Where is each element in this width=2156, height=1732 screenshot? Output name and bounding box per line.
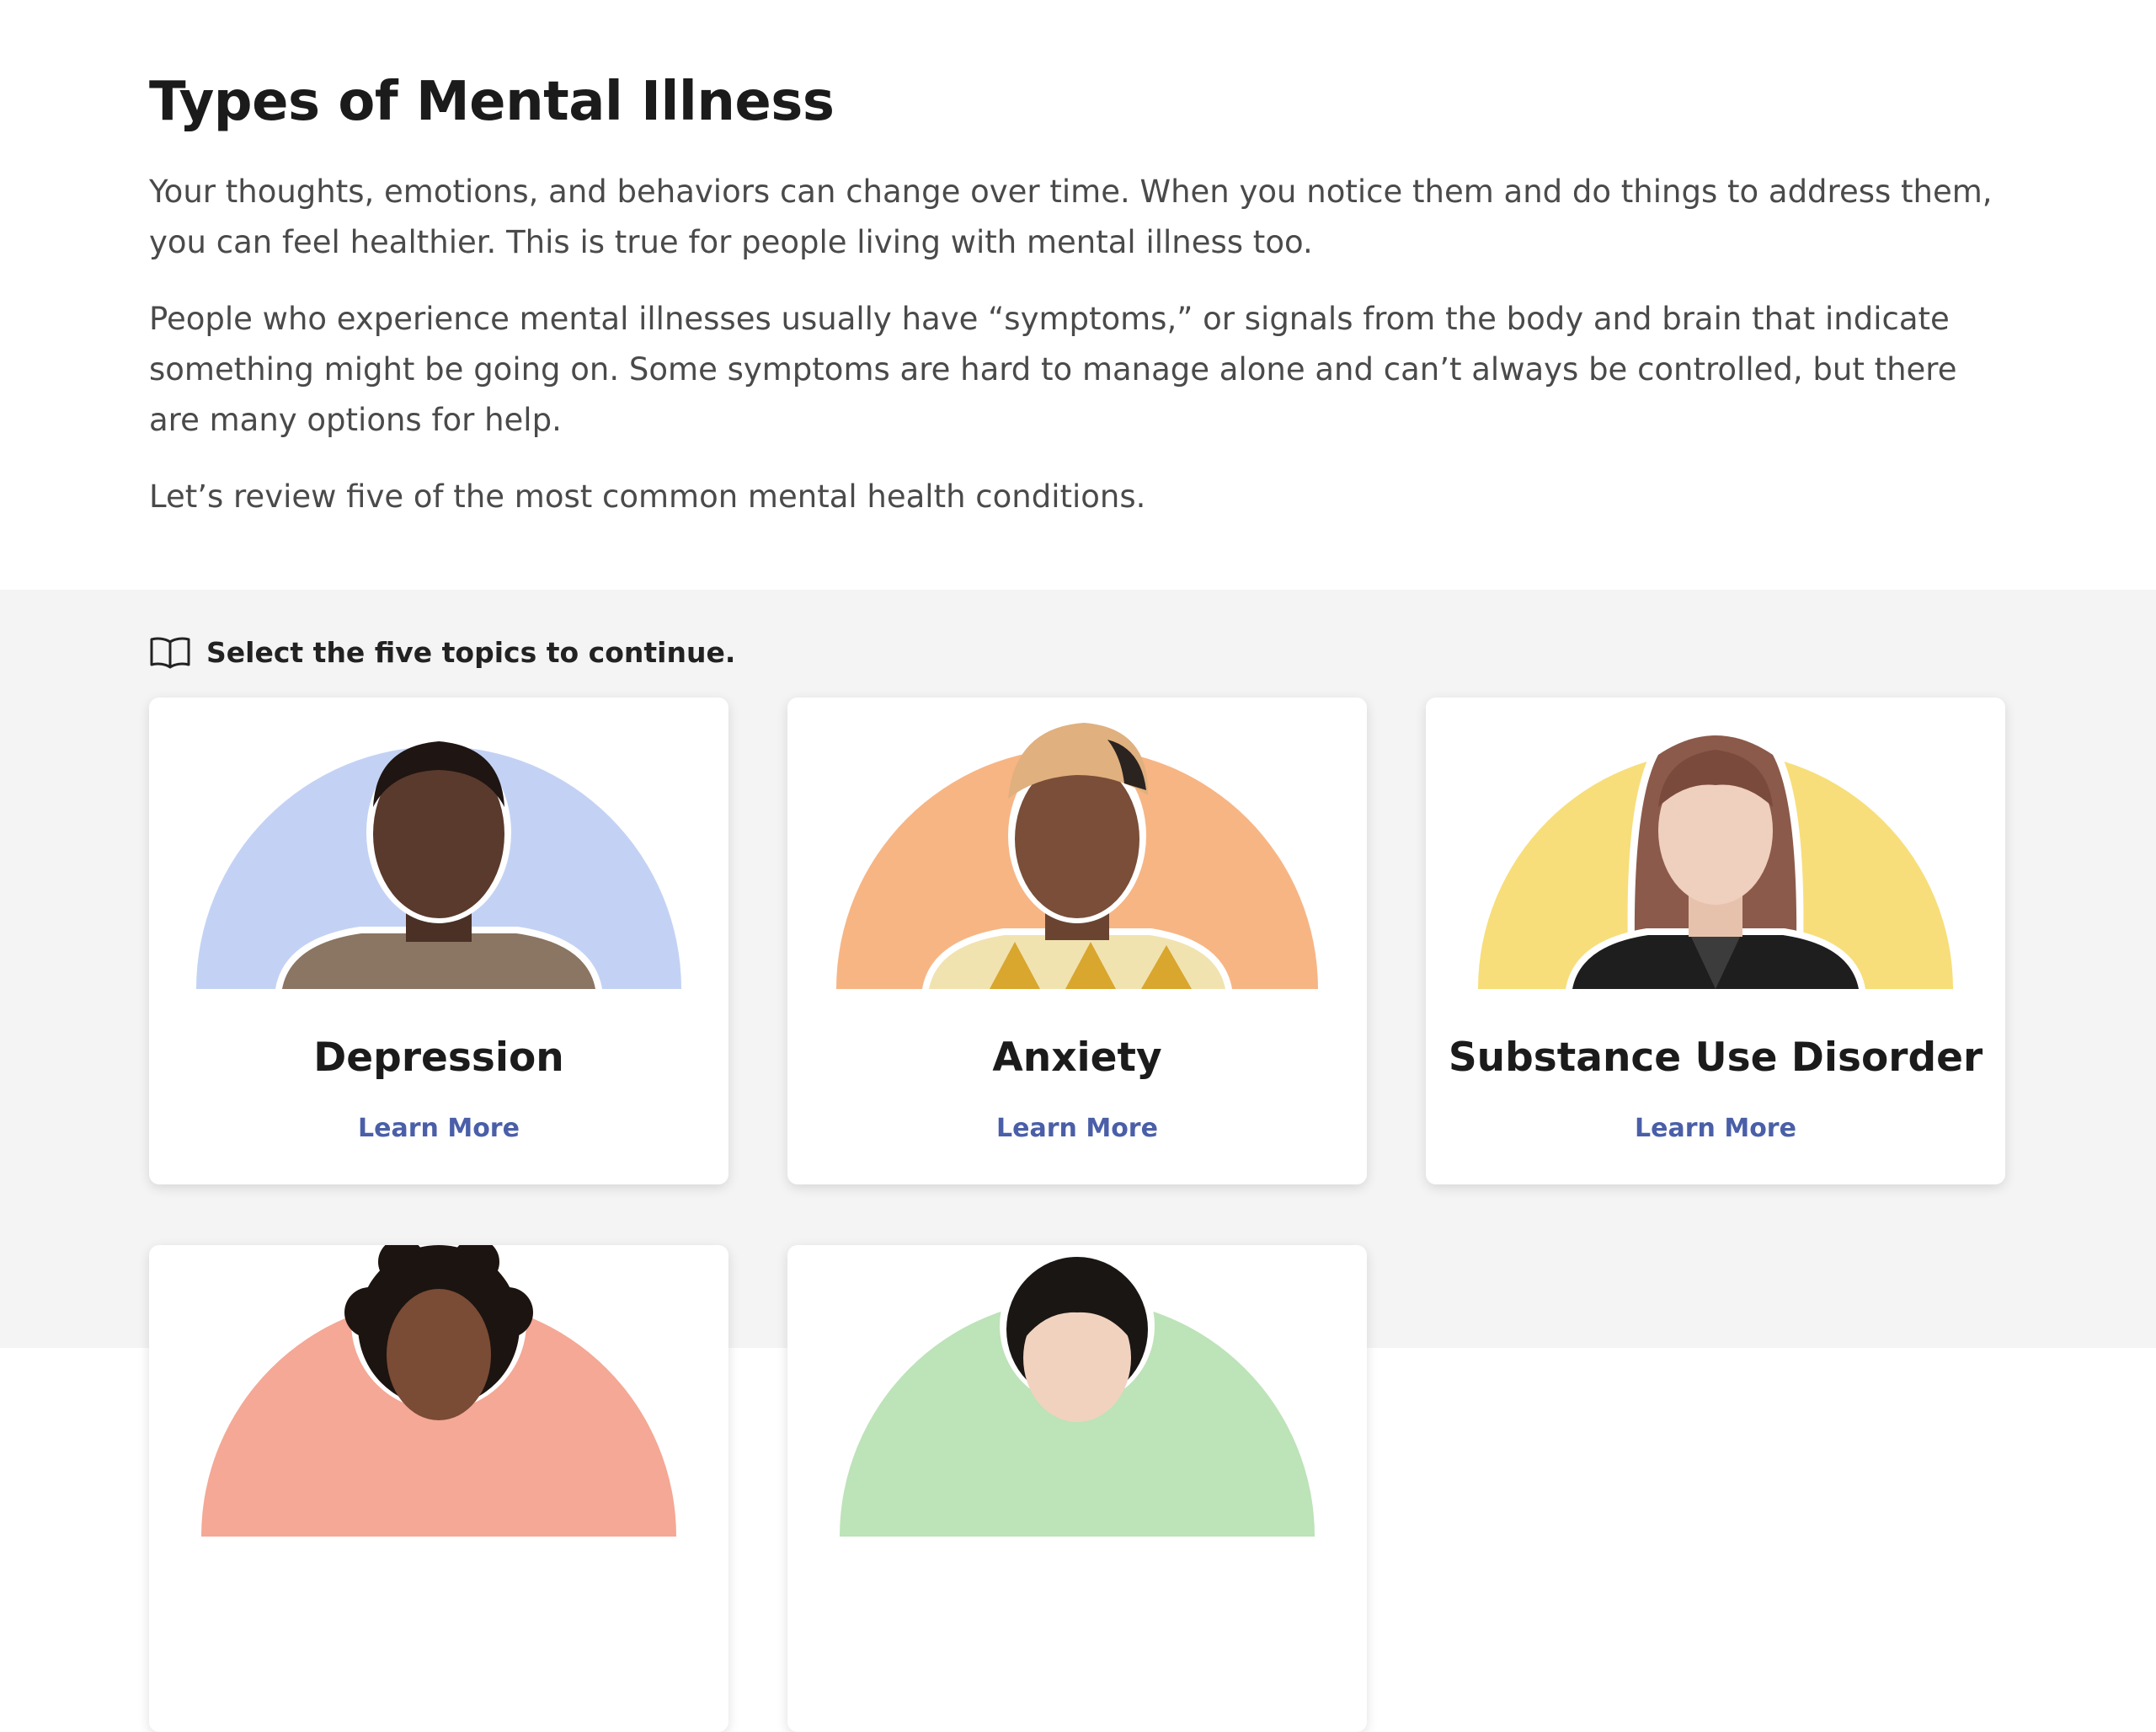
intro-paragraph: Your thoughts, emotions, and behaviors c… — [149, 174, 1993, 260]
intro-section: Types of Mental Illness Your thoughts, e… — [0, 0, 2156, 590]
topics-section: Select the five topics to continue. Depr… — [0, 590, 2156, 1732]
topic-card-anxiety[interactable]: Anxiety Learn More — [787, 698, 1367, 1184]
topic-card-4[interactable] — [149, 1245, 728, 1732]
intro-paragraph: People who experience mental illnesses u… — [149, 301, 1957, 438]
card-title: Anxiety — [992, 1034, 1162, 1081]
intro-paragraph: Let’s review five of the most common men… — [149, 478, 1146, 515]
person-illustration — [1426, 698, 2005, 989]
topic-card-substance-use-disorder[interactable]: Substance Use Disorder Learn More — [1426, 698, 2005, 1184]
card-title: Depression — [313, 1034, 564, 1081]
person-illustration — [787, 698, 1367, 989]
learn-more-link[interactable]: Learn More — [1426, 1114, 2005, 1143]
card-title: Substance Use Disorder — [1448, 1034, 1983, 1081]
page-title: Types of Mental Illness — [149, 71, 835, 133]
person-illustration — [149, 1245, 728, 1537]
topic-card-5[interactable] — [787, 1245, 1367, 1732]
person-illustration — [787, 1245, 1367, 1537]
person-illustration — [149, 698, 728, 989]
instruction-text: Select the five topics to continue. — [206, 635, 736, 669]
learn-more-link[interactable]: Learn More — [787, 1114, 1367, 1143]
topic-card-depression[interactable]: Depression Learn More — [149, 698, 728, 1184]
book-icon — [149, 635, 191, 669]
learn-more-link[interactable]: Learn More — [149, 1114, 728, 1143]
instruction-row: Select the five topics to continue. — [149, 635, 735, 669]
